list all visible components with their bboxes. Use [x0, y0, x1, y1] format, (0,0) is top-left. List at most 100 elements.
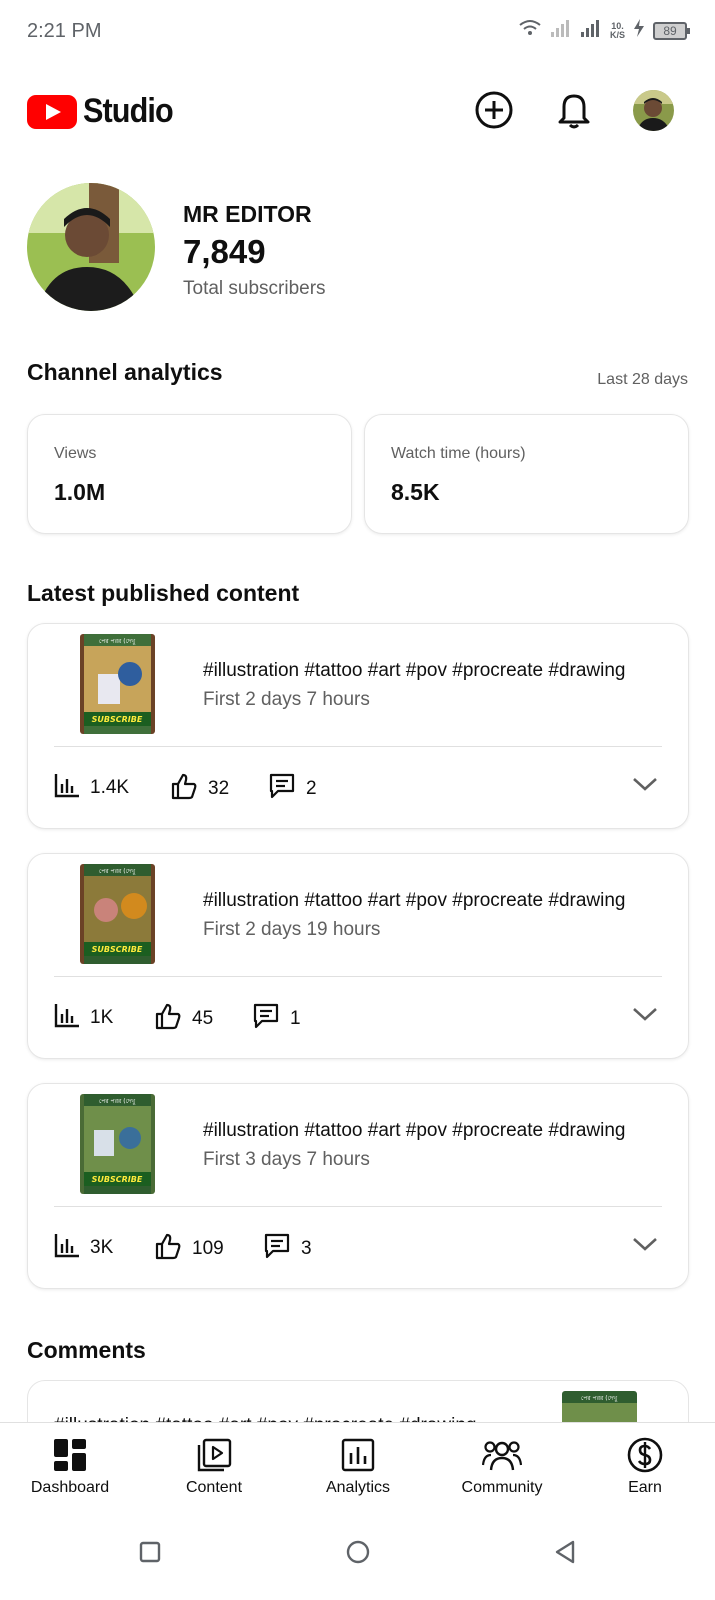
logo-text: Studio: [83, 92, 174, 130]
subscriber-count: 7,849: [183, 233, 266, 270]
thumb-up-icon: [154, 1002, 182, 1036]
youtube-play-icon: [27, 94, 77, 129]
comments-count: 3: [301, 1238, 312, 1259]
svg-text:পের পরর (দেখু: পের পরর (দেখু: [99, 868, 136, 875]
metric-label: Watch time (hours): [391, 445, 526, 462]
studio-logo[interactable]: Studio: [27, 92, 183, 131]
bar-chart-icon: [54, 1232, 80, 1264]
video-period: First 2 days 19 hours: [203, 919, 381, 940]
watch-time-card[interactable]: Watch time (hours) 8.5K: [364, 414, 689, 534]
nav-label: Community: [461, 1479, 543, 1496]
metric-label: Views: [54, 445, 97, 462]
thumb-up-icon: [170, 772, 198, 806]
views-count: 3K: [90, 1237, 114, 1258]
video-thumbnail[interactable]: পের পরর (দেখু SUBSCRIBE: [80, 1094, 155, 1194]
views-count: 1.4K: [90, 777, 130, 798]
likes-stat: 109: [154, 1232, 224, 1266]
svg-text:পের পরর (দেখু: পের পরর (দেখু: [99, 1098, 136, 1105]
square-icon: [138, 1540, 162, 1569]
nav-earn[interactable]: Earn: [575, 1435, 715, 1497]
content-icon: [144, 1435, 284, 1475]
back-button[interactable]: [545, 1534, 585, 1574]
comments-section-title: Comments: [27, 1337, 146, 1363]
nav-dashboard[interactable]: Dashboard: [0, 1435, 140, 1497]
likes-stat: 32: [170, 772, 229, 806]
status-icons: 10. K/S 89: [518, 18, 690, 43]
chevron-down-icon[interactable]: [632, 776, 658, 797]
notifications-button[interactable]: [550, 88, 598, 136]
account-avatar[interactable]: [633, 90, 674, 131]
likes-stat: 45: [154, 1002, 213, 1036]
bar-chart-icon: [54, 1002, 80, 1034]
comment-icon: [252, 1002, 280, 1036]
views-stat: 1K: [54, 1002, 113, 1034]
chevron-down-icon[interactable]: [632, 1236, 658, 1257]
likes-count: 109: [192, 1238, 224, 1259]
views-stat: 1.4K: [54, 772, 129, 804]
create-button[interactable]: [470, 88, 518, 136]
nav-label: Content: [185, 1479, 243, 1496]
earn-icon: [575, 1435, 715, 1475]
comment-icon: [263, 1232, 291, 1266]
video-card[interactable]: পের পরর (দেখু SUBSCRIBE #illustration #ta…: [27, 623, 689, 829]
bell-icon: [556, 90, 592, 135]
recents-button[interactable]: [130, 1534, 170, 1574]
status-time: 2:21 PM: [27, 20, 102, 42]
add-circle-icon: [474, 90, 514, 135]
channel-avatar[interactable]: [27, 183, 155, 311]
latest-content-title: Latest published content: [27, 580, 300, 606]
divider: [54, 746, 662, 747]
comments-stat: 1: [252, 1002, 301, 1036]
nav-label: Earn: [628, 1479, 662, 1496]
video-title[interactable]: #illustration #tattoo #art #pov #procrea…: [203, 1120, 663, 1142]
wifi-icon: [518, 18, 542, 43]
video-period: First 2 days 7 hours: [203, 689, 370, 710]
bar-chart-icon: [54, 772, 80, 804]
channel-name: MR EDITOR: [183, 201, 312, 227]
subscriber-label: Total subscribers: [183, 278, 326, 299]
battery-indicator: 89: [653, 21, 690, 40]
video-title[interactable]: #illustration #tattoo #art #pov #procrea…: [203, 890, 663, 912]
svg-text:SUBSCRIBE: SUBSCRIBE: [92, 715, 143, 724]
svg-text:SUBSCRIBE: SUBSCRIBE: [92, 945, 143, 954]
nav-analytics[interactable]: Analytics: [288, 1435, 428, 1497]
video-title[interactable]: #illustration #tattoo #art #pov #procrea…: [203, 660, 663, 682]
svg-text:পের পরর (দেখু: পের পরর (দেখু: [581, 1395, 618, 1402]
app-header: Studio: [0, 80, 715, 144]
video-card[interactable]: পের পরর (দেখু SUBSCRIBE #illustration #ta…: [27, 1083, 689, 1289]
video-thumbnail[interactable]: পের পরর (দেখু SUBSCRIBE: [80, 864, 155, 964]
views-count: 1K: [90, 1007, 114, 1028]
nav-content[interactable]: Content: [144, 1435, 284, 1497]
net-speed: 10. K/S: [609, 20, 625, 40]
charging-icon: [633, 18, 645, 43]
video-card[interactable]: পের পরর (দেখু SUBSCRIBE #illustration #ta…: [27, 853, 689, 1059]
comments-stat: 3: [263, 1232, 312, 1266]
circle-icon: [345, 1539, 371, 1570]
likes-count: 45: [192, 1008, 214, 1029]
nav-label: Dashboard: [30, 1479, 110, 1496]
bottom-nav: Dashboard Content Analytics Community Ea…: [0, 1422, 715, 1510]
nav-label: Analytics: [325, 1479, 391, 1496]
svg-text:SUBSCRIBE: SUBSCRIBE: [92, 1175, 143, 1184]
home-button[interactable]: [338, 1534, 378, 1574]
status-bar: 2:21 PM 10. K/S 89: [0, 0, 715, 62]
metric-value: 8.5K: [391, 479, 440, 505]
nav-community[interactable]: Community: [432, 1435, 572, 1497]
analytics-section-title: Channel analytics: [27, 359, 223, 385]
analytics-icon: [288, 1435, 428, 1475]
analytics-period: Last 28 days: [597, 371, 688, 388]
system-nav-bar: [0, 1510, 715, 1600]
chevron-down-icon[interactable]: [632, 1006, 658, 1027]
triangle-back-icon: [552, 1539, 578, 1570]
comments-count: 1: [290, 1008, 301, 1029]
signal-strong-icon: [580, 18, 602, 43]
divider: [54, 1206, 662, 1207]
views-card[interactable]: Views 1.0M: [27, 414, 352, 534]
video-period: First 3 days 7 hours: [203, 1149, 370, 1170]
comments-stat: 2: [268, 772, 317, 806]
video-thumbnail[interactable]: পের পরর (দেখু SUBSCRIBE: [80, 634, 155, 734]
comments-count: 2: [306, 778, 317, 799]
thumb-up-icon: [154, 1232, 182, 1266]
channel-summary: MR EDITOR 7,849 Total subscribers: [27, 183, 687, 313]
metric-value: 1.0M: [54, 479, 106, 505]
